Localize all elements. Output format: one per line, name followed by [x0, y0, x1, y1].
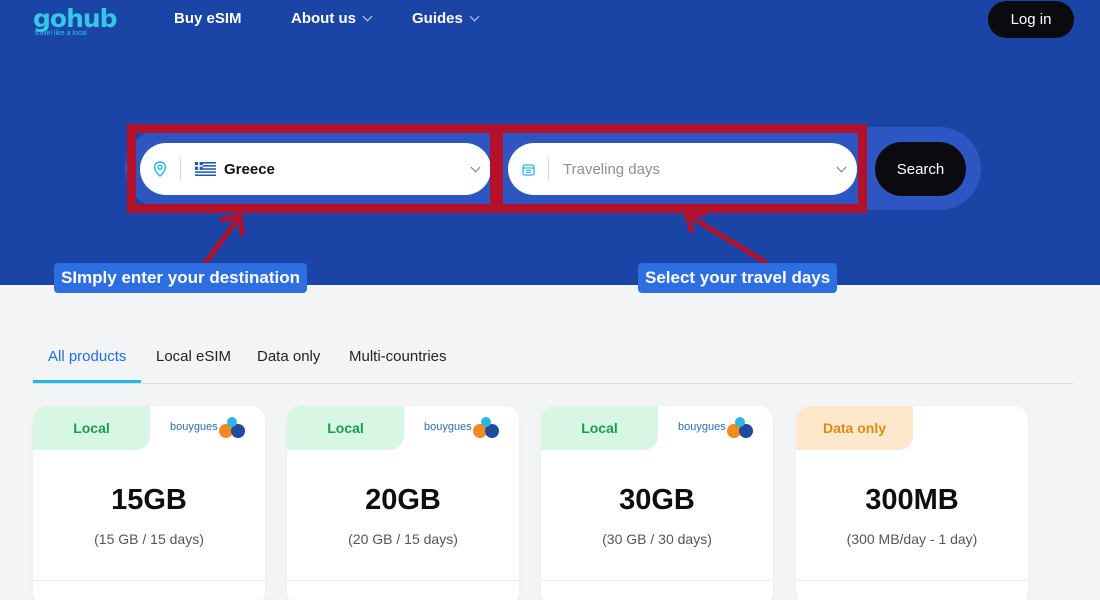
- nav-about-us[interactable]: About us: [291, 10, 373, 27]
- product-card-30gb[interactable]: Local bouygues 30GB (30 GB / 30 days): [541, 406, 773, 600]
- logo-tagline: travel like a local: [35, 30, 87, 37]
- data-amount: 15GB: [111, 484, 187, 516]
- nav-guides[interactable]: Guides: [412, 10, 480, 27]
- product-tabs: All products Local eSIM Data only Multi-…: [33, 340, 1074, 384]
- chevron-down-icon: [362, 11, 373, 22]
- tab-multi-countries[interactable]: Multi-countries: [349, 348, 447, 365]
- bouygues-logo: bouygues: [170, 416, 250, 442]
- card-divider: [33, 580, 265, 581]
- local-badge: Local: [33, 406, 150, 450]
- gohub-logo[interactable]: gohub travel like a local: [33, 6, 123, 40]
- data-amount: 30GB: [619, 484, 695, 516]
- bouygues-bubble-icon: [727, 417, 753, 438]
- destination-highlight-box: [127, 124, 499, 213]
- chevron-down-icon: [469, 11, 480, 22]
- brand-name: bouygues: [170, 421, 218, 433]
- brand-name: bouygues: [678, 421, 726, 433]
- plan-detail: (20 GB / 15 days): [348, 531, 458, 547]
- local-badge: Local: [287, 406, 404, 450]
- nav-about-us-label: About us: [291, 10, 356, 27]
- bouygues-bubble-icon: [219, 417, 245, 438]
- bouygues-logo: bouygues: [678, 416, 758, 442]
- data-amount: 20GB: [365, 484, 441, 516]
- logo-wordmark: gohub: [33, 4, 118, 33]
- search-button[interactable]: Search: [875, 142, 966, 196]
- brand-name: bouygues: [424, 421, 472, 433]
- tab-local-esim[interactable]: Local eSIM: [156, 348, 231, 365]
- destination-callout: SImply enter your destination: [54, 263, 307, 293]
- bouygues-bubble-icon: [473, 417, 499, 438]
- plan-detail: (300 MB/day - 1 day): [846, 531, 978, 547]
- card-divider: [541, 580, 773, 581]
- active-tab-indicator: [33, 380, 141, 383]
- nav-buy-esim-label: Buy eSIM: [174, 10, 242, 27]
- nav-guides-label: Guides: [412, 10, 463, 27]
- local-badge: Local: [541, 406, 658, 450]
- product-card-20gb[interactable]: Local bouygues 20GB (20 GB / 15 days): [287, 406, 519, 600]
- product-card-15gb[interactable]: Local bouygues 15GB (15 GB / 15 days): [33, 406, 265, 600]
- product-card-300mb[interactable]: Data only 300MB (300 MB/day - 1 day): [796, 406, 1028, 600]
- data-amount: 300MB: [865, 484, 959, 516]
- nav-buy-esim[interactable]: Buy eSIM: [174, 10, 242, 27]
- plan-detail: (30 GB / 30 days): [602, 531, 712, 547]
- tab-all-products[interactable]: All products: [48, 348, 126, 365]
- data-only-badge: Data only: [796, 406, 913, 450]
- card-divider: [796, 580, 1028, 581]
- tab-data-only[interactable]: Data only: [257, 348, 320, 365]
- login-button[interactable]: Log in: [988, 1, 1074, 38]
- bouygues-logo: bouygues: [424, 416, 504, 442]
- travel-days-highlight-box: [494, 124, 867, 213]
- card-divider: [287, 580, 519, 581]
- travel-days-callout: Select your travel days: [638, 263, 838, 293]
- plan-detail: (15 GB / 15 days): [94, 531, 204, 547]
